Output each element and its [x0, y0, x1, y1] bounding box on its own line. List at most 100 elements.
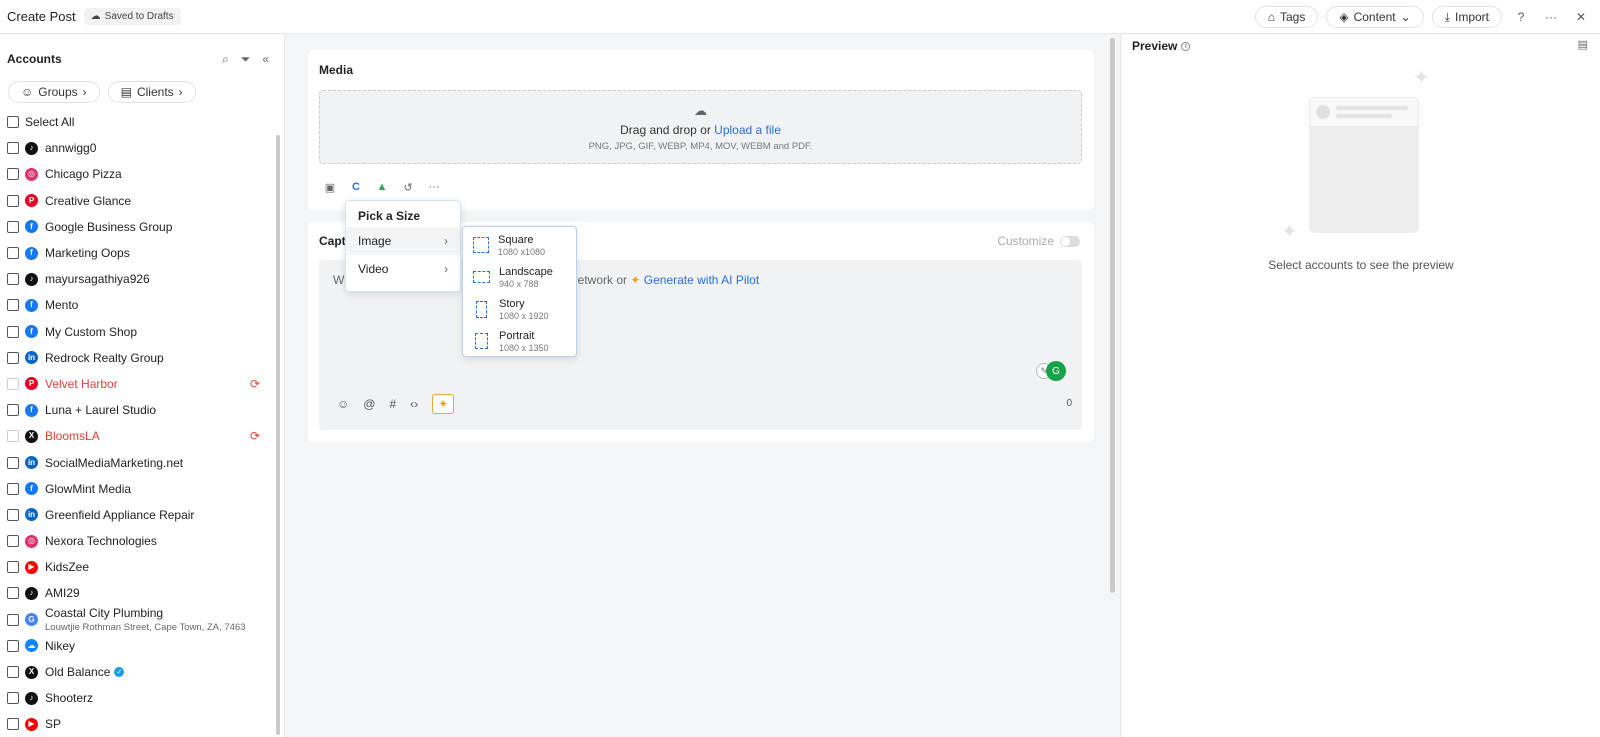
size-option-story[interactable]: Story 1080 x 1920	[463, 293, 576, 325]
account-checkbox[interactable]	[7, 508, 19, 521]
collapse-sidebar-icon[interactable]: «	[262, 52, 269, 67]
preview-menu-icon[interactable]: ▤	[1578, 38, 1588, 51]
reconnect-icon[interactable]: ⟳	[250, 377, 260, 391]
account-row[interactable]: in Greenfield Appliance Repair	[0, 502, 284, 528]
generate-ai-link[interactable]: Generate with AI Pilot	[644, 273, 759, 287]
account-row[interactable]: ▶ KidsZee	[0, 554, 284, 580]
search-icon[interactable]: ⌕	[222, 52, 229, 67]
menu-item-image[interactable]: Image ›	[346, 227, 460, 255]
canva-icon[interactable]: C	[350, 181, 362, 193]
mention-icon[interactable]: @	[363, 397, 375, 411]
account-name: Redrock Realty Group	[45, 350, 164, 365]
upload-file-link[interactable]: Upload a file	[714, 123, 781, 137]
account-checkbox[interactable]	[7, 639, 19, 652]
account-row[interactable]: ♪ Shooterz	[0, 685, 284, 711]
preview-panel: Preview i ▤ ✦ ✦ Select accounts to see t…	[1120, 35, 1600, 737]
account-checkbox[interactable]	[7, 299, 19, 312]
select-all-checkbox[interactable]	[7, 116, 19, 129]
size-option-square[interactable]: Square 1080 x1080	[463, 229, 576, 261]
import-button[interactable]: ⤓ Import	[1431, 6, 1502, 28]
account-row[interactable]: G Coastal City Plumbing Louwtjie Rothman S…	[0, 606, 284, 633]
groups-button[interactable]: ☺ Groups ›	[8, 81, 100, 103]
reconnect-icon[interactable]: ⟳	[250, 429, 260, 443]
account-row[interactable]: f Luna + Laurel Studio	[0, 397, 284, 423]
account-checkbox[interactable]	[7, 273, 19, 286]
account-checkbox[interactable]	[7, 587, 19, 600]
content-dropdown-button[interactable]: ◈ Content ⌄	[1326, 6, 1424, 28]
upload-cloud-icon: ☁	[694, 103, 707, 118]
account-checkbox[interactable]	[7, 377, 19, 390]
size-dimensions: 940 x 788	[499, 278, 539, 289]
size-option-landscape[interactable]: Landscape 940 x 788	[463, 261, 576, 293]
account-row[interactable]: f GlowMint Media	[0, 476, 284, 502]
size-option-portrait[interactable]: Portrait 1080 x 1350	[463, 325, 576, 357]
sidebar-scrollbar[interactable]	[276, 135, 280, 735]
account-checkbox[interactable]	[7, 692, 19, 705]
account-row[interactable]: P Velvet Harbor ⟳	[0, 371, 284, 397]
grammarly-icon[interactable]: G	[1046, 361, 1066, 381]
google-drive-icon[interactable]: ▲	[376, 181, 388, 193]
account-checkbox[interactable]	[7, 666, 19, 679]
more-options-icon[interactable]: ···	[1540, 6, 1562, 28]
code-icon[interactable]: ‹›	[410, 397, 418, 411]
tiktok-icon: ♪	[25, 272, 38, 286]
account-checkbox[interactable]	[7, 718, 19, 731]
customize-toggle-row[interactable]: Customize	[997, 234, 1080, 248]
more-media-options-icon[interactable]: ···	[428, 181, 440, 193]
account-row[interactable]: ◎ Nexora Technologies	[0, 528, 284, 554]
account-row[interactable]: f Mento	[0, 292, 284, 318]
media-dropzone[interactable]: ☁ Drag and drop or Upload a file PNG, JP…	[319, 90, 1082, 164]
account-checkbox[interactable]	[7, 456, 19, 469]
account-row[interactable]: X BloomsLA ⟳	[0, 423, 284, 449]
account-checkbox[interactable]	[7, 247, 19, 260]
account-row[interactable]: ♪ mayursagathiya926	[0, 266, 284, 292]
account-row[interactable]: in Redrock Realty Group	[0, 345, 284, 371]
account-row[interactable]: f My Custom Shop	[0, 319, 284, 345]
menu-item-video[interactable]: Video ›	[346, 255, 460, 283]
account-row[interactable]: f Marketing Oops	[0, 240, 284, 266]
filter-icon[interactable]: ⏷	[241, 52, 251, 67]
account-checkbox[interactable]	[7, 482, 19, 495]
account-checkbox[interactable]	[7, 194, 19, 207]
hashtag-icon[interactable]: #	[389, 397, 396, 411]
account-row[interactable]: ♪ AMI29	[0, 580, 284, 606]
account-checkbox[interactable]	[7, 430, 19, 443]
account-row[interactable]: in SocialMediaMarketing.net	[0, 449, 284, 475]
account-name: Google Business Group	[45, 219, 173, 234]
history-icon[interactable]: ↺	[402, 181, 414, 194]
account-checkbox[interactable]	[7, 404, 19, 417]
account-checkbox[interactable]	[7, 535, 19, 548]
account-checkbox[interactable]	[7, 325, 19, 338]
account-row[interactable]: ◎ Chicago Pizza	[0, 161, 284, 187]
account-row[interactable]: P Creative Glance	[0, 188, 284, 214]
image-library-icon[interactable]: ▣	[324, 181, 336, 194]
facebook-icon: f	[25, 220, 38, 234]
account-checkbox[interactable]	[7, 561, 19, 574]
account-checkbox[interactable]	[7, 351, 19, 364]
placeholder-avatar	[1316, 105, 1330, 119]
account-row[interactable]: ♪ annwigg0	[0, 135, 284, 161]
customize-toggle[interactable]	[1060, 235, 1080, 247]
main-scrollbar[interactable]	[1110, 38, 1115, 593]
close-icon[interactable]: ✕	[1570, 6, 1592, 28]
account-row[interactable]: X Old Balance ✓	[0, 659, 284, 685]
import-button-label: Import	[1454, 10, 1489, 24]
tiktok-icon: ♪	[25, 586, 38, 600]
account-checkbox[interactable]	[7, 142, 19, 155]
account-row[interactable]: ☁ Nikey	[0, 633, 284, 659]
tags-button[interactable]: ⌂ Tags	[1254, 6, 1319, 28]
account-checkbox[interactable]	[7, 613, 19, 626]
drafts-status-badge: ☁ Saved to Drafts	[83, 8, 181, 25]
info-icon[interactable]: i	[1181, 41, 1191, 51]
grammar-assistant[interactable]: ✎ G	[1036, 360, 1066, 382]
clients-button[interactable]: ▤ Clients ›	[107, 81, 196, 103]
ai-assist-button[interactable]: ✦	[432, 394, 455, 414]
account-row[interactable]: f Google Business Group	[0, 214, 284, 240]
account-checkbox[interactable]	[7, 220, 19, 233]
account-row[interactable]: ▶ SP	[0, 711, 284, 737]
select-all-row[interactable]: Select All	[0, 109, 284, 135]
emoji-icon[interactable]: ☺	[337, 397, 349, 411]
help-icon[interactable]: ?	[1510, 6, 1532, 28]
account-checkbox[interactable]	[7, 168, 19, 181]
chevron-right-icon: ›	[444, 262, 448, 276]
